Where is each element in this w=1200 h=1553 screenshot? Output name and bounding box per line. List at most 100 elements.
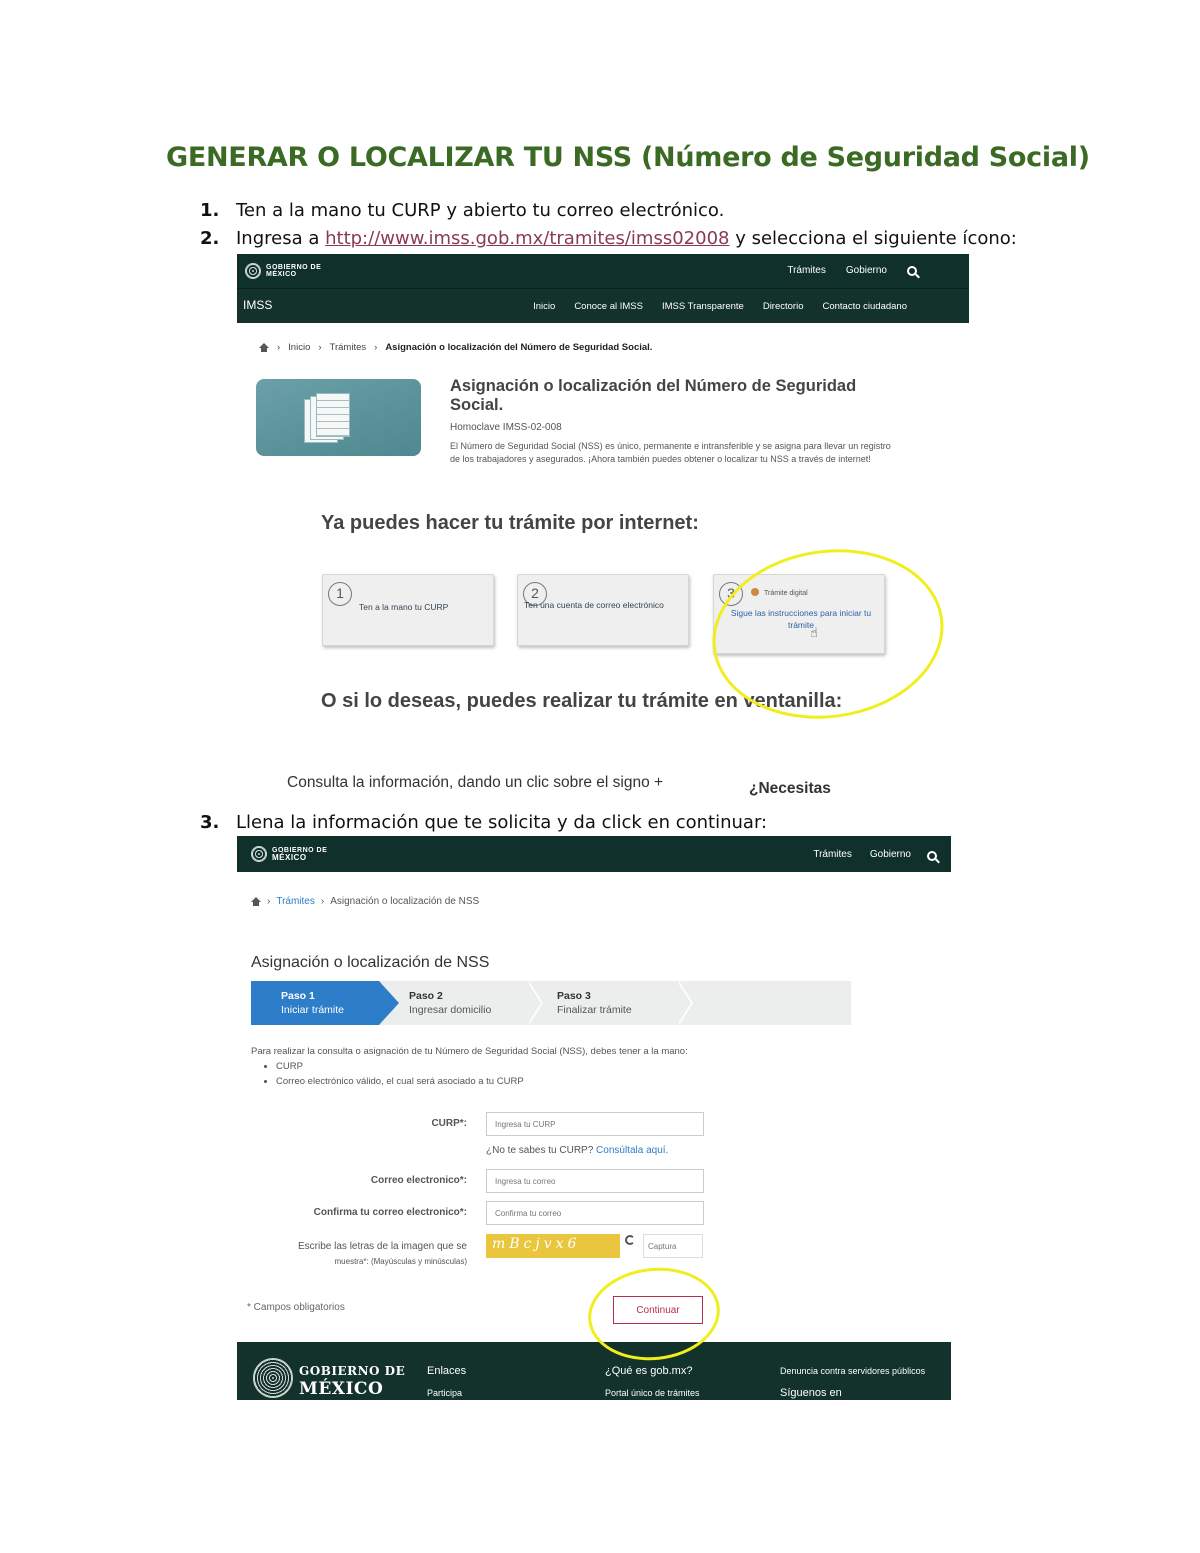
seal-icon xyxy=(251,846,267,862)
screenshot-imss-page: GOBIERNO DE MÉXICO Trámites Gobierno IMSS… xyxy=(237,254,969,806)
required-note: * Campos obligatorios xyxy=(247,1302,345,1313)
step-number: 2. xyxy=(200,228,220,249)
footer-col-report: Denuncia contra servidores públicos Sígu… xyxy=(780,1360,925,1400)
card-text: Ten a la mano tu CURP xyxy=(359,602,449,612)
curp-label: CURP*: xyxy=(431,1118,467,1129)
crumb-current: Asignación o localización del Número de … xyxy=(385,342,653,353)
form-heading: Asignación o localización de NSS xyxy=(251,954,490,971)
online-heading: Ya puedes hacer tu trámite por internet: xyxy=(321,512,699,534)
captcha-input[interactable] xyxy=(643,1234,703,1258)
search-icon xyxy=(927,851,937,861)
crumb-item[interactable]: Trámites xyxy=(276,896,315,907)
crumb-item[interactable]: Trámites xyxy=(330,342,367,353)
procedure-description: El Número de Seguridad Social (NSS) es ú… xyxy=(450,441,891,464)
card-email: 2 Ten una cuenta de correo electrónico xyxy=(517,574,689,646)
step-number: 1. xyxy=(200,200,220,221)
intro-paragraph: Para realizar la consulta o asignación d… xyxy=(251,1046,688,1057)
footer-logo: GOBIERNO DE MÉXICO xyxy=(299,1364,406,1399)
footer-link[interactable]: Enlaces xyxy=(427,1360,466,1382)
footer-link[interactable]: ¿Qué es gob.mx? xyxy=(605,1360,700,1382)
step-label: Paso 2 xyxy=(409,990,443,1002)
confirm-email-label: Confirma tu correo electronico*: xyxy=(313,1207,467,1218)
card-number: 1 xyxy=(328,582,352,606)
home-icon[interactable] xyxy=(251,897,261,906)
email-field[interactable] xyxy=(486,1169,704,1193)
documents-icon xyxy=(304,393,350,445)
gob-header: GOBIERNO DE MÉXICO Trámites Gobierno xyxy=(237,254,969,288)
step-text: Ten a la mano tu CURP y abierto tu corre… xyxy=(236,200,725,221)
step-text-before: Ingresa a xyxy=(236,228,326,249)
gob-logo[interactable]: GOBIERNO DE MÉXICO xyxy=(251,846,327,862)
curp-input[interactable] xyxy=(486,1112,704,1136)
nav-tramites[interactable]: Trámites xyxy=(813,849,852,860)
step-1-item: Paso 1 Iniciar trámite xyxy=(251,981,379,1025)
search-button[interactable] xyxy=(907,263,917,281)
footer-link[interactable]: Síguenos en xyxy=(780,1382,925,1400)
stepper: Paso 1 Iniciar trámite Paso 2 Ingresar dom… xyxy=(251,981,851,1025)
imss-nav-bar: IMSS Inicio Conoce al IMSS IMSS Transpar… xyxy=(237,288,969,323)
requirement-item: Correo electrónico válido, el cual será … xyxy=(276,1074,851,1089)
breadcrumb: › Trámites › Asignación o localización d… xyxy=(251,896,479,907)
seal-icon xyxy=(245,263,261,279)
logo-line: GOBIERNO DE xyxy=(266,264,322,271)
nav-item[interactable]: IMSS Transparente xyxy=(662,301,744,312)
step-3: 3. Llena la información que te solicita y… xyxy=(200,812,767,833)
nav-gobierno[interactable]: Gobierno xyxy=(870,849,911,860)
step-3-item: Paso 3 Finalizar trámite xyxy=(527,981,677,1025)
card-text: Ten una cuenta de correo electrónico xyxy=(524,600,664,610)
procedure-title: Asignación o localización del Número de … xyxy=(450,377,857,414)
footer-link[interactable]: Portal único de trámites xyxy=(605,1382,700,1400)
curp-help: ¿No te sabes tu CURP? Consúltala aquí. xyxy=(486,1145,669,1156)
footer-link[interactable]: Participa xyxy=(427,1382,466,1400)
imss-nav: Inicio Conoce al IMSS IMSS Transparente … xyxy=(533,301,907,312)
nav-gobierno[interactable]: Gobierno xyxy=(846,265,887,276)
breadcrumb: › Inicio › Trámites › Asignación o local… xyxy=(259,342,652,353)
step-2: 2. Ingresa a http://www.imss.gob.mx/trami… xyxy=(200,228,1017,249)
crumb-item[interactable]: Inicio xyxy=(288,342,310,353)
homoclave: Homoclave IMSS-02-008 xyxy=(450,422,562,433)
footer-col-about: ¿Qué es gob.mx? Portal único de trámites xyxy=(605,1360,700,1400)
step-1: 1. Ten a la mano tu CURP y abierto tu cor… xyxy=(200,200,724,221)
footer-col-links: Enlaces Participa xyxy=(427,1360,466,1400)
imss-link[interactable]: http://www.imss.gob.mx/tramites/imss0200… xyxy=(325,228,729,249)
step-sub: Finalizar trámite xyxy=(557,1004,632,1016)
seal-icon xyxy=(253,1358,293,1398)
need-text: ¿Necesitas xyxy=(749,780,831,797)
requirements-list: CURP Correo electrónico válido, el cual … xyxy=(276,1059,851,1089)
confirm-email-field[interactable] xyxy=(486,1201,704,1225)
gob-logo[interactable]: GOBIERNO DE MÉXICO xyxy=(245,263,321,279)
step-2-item: Paso 2 Ingresar domicilio xyxy=(379,981,529,1025)
card-curp: 1 Ten a la mano tu CURP xyxy=(322,574,494,646)
nav-item[interactable]: Inicio xyxy=(533,301,555,312)
intro-text: Para realizar la consulta o asignación d… xyxy=(251,1044,851,1089)
crumb-current: Asignación o localización de NSS xyxy=(330,896,480,907)
search-icon xyxy=(907,266,917,276)
home-icon[interactable] xyxy=(259,343,269,352)
logo-line: MÉXICO xyxy=(272,852,307,862)
logo-line: MÉXICO xyxy=(266,271,297,278)
document-title: GENERAR O LOCALIZAR TU NSS (Número de Se… xyxy=(166,142,1090,173)
footer: GOBIERNO DE MÉXICO Enlaces Participa ¿Qu… xyxy=(237,1342,951,1400)
footer-link[interactable]: Denuncia contra servidores públicos xyxy=(780,1360,925,1382)
search-button[interactable] xyxy=(927,848,937,866)
refresh-icon[interactable] xyxy=(625,1235,635,1245)
nav-tramites[interactable]: Trámites xyxy=(787,265,826,276)
consult-text: Consulta la información, dando un clic s… xyxy=(287,774,664,791)
email-label: Correo electronico*: xyxy=(370,1175,467,1186)
step-sub: Ingresar domicilio xyxy=(409,1004,492,1016)
step-number: 3. xyxy=(200,812,220,833)
nav-item[interactable]: Conoce al IMSS xyxy=(574,301,643,312)
curp-consult-link[interactable]: Consúltala aquí. xyxy=(596,1145,668,1156)
step-label: Paso 1 xyxy=(281,990,315,1002)
nav-item[interactable]: Directorio xyxy=(763,301,804,312)
procedure-tile xyxy=(256,379,421,456)
gob-nav: Trámites Gobierno xyxy=(813,849,911,860)
gob-header: GOBIERNO DE MÉXICO Trámites Gobierno xyxy=(237,836,951,872)
step-chevron xyxy=(677,981,691,1025)
step-sub: Iniciar trámite xyxy=(281,1004,345,1016)
captcha-label: Escribe las letras de la imagen que se mu… xyxy=(298,1241,467,1266)
imss-brand[interactable]: IMSS xyxy=(243,298,272,312)
step-label: Paso 3 xyxy=(557,990,591,1002)
nav-item[interactable]: Contacto ciudadano xyxy=(822,301,907,312)
requirement-item: CURP xyxy=(276,1059,851,1074)
